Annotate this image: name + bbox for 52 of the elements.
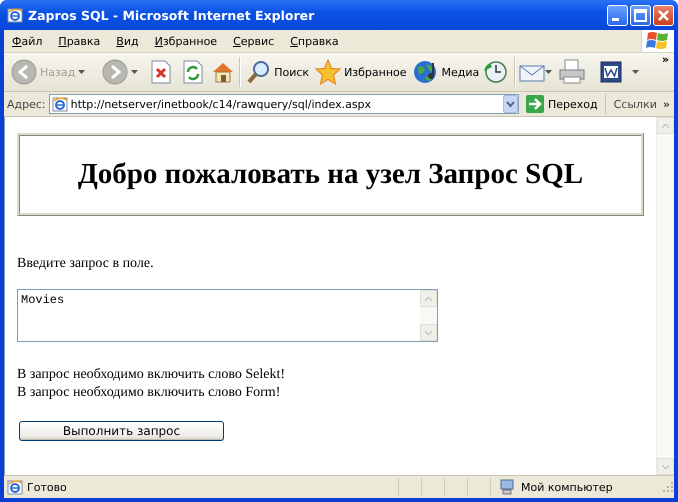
links-button[interactable]: Ссылки: [614, 98, 657, 110]
caret-up-icon: [662, 124, 669, 128]
printer-icon[interactable]: [558, 59, 586, 85]
history-icon[interactable]: [482, 59, 508, 85]
caret-up-icon: [425, 296, 432, 300]
stop-icon[interactable]: [150, 60, 172, 84]
search-button[interactable]: Поиск: [244, 58, 312, 86]
ie-logo-icon: [7, 7, 23, 23]
resize-grip-icon: [662, 481, 674, 493]
toolbar-overflow-button[interactable]: »: [662, 53, 669, 66]
validation-message: В запрос необходимо включить слово Form!: [17, 384, 282, 402]
window-title: Zapros SQL - Microsoft Internet Explorer: [28, 8, 316, 22]
page-heading: Добро пожаловать на узел Запрос SQL: [78, 158, 584, 191]
caret-icon[interactable]: [131, 70, 138, 74]
globe-icon[interactable]: [412, 59, 439, 85]
go-button[interactable]: Переход: [522, 95, 602, 113]
address-label: Адрес:: [7, 98, 46, 110]
close-icon: [658, 10, 669, 20]
caret-icon[interactable]: [632, 70, 640, 74]
prompt-text: Введите запрос в поле.: [17, 256, 155, 272]
caret-icon[interactable]: [78, 70, 86, 74]
page-icon: [52, 96, 68, 112]
caret-down-icon: [425, 330, 432, 334]
menu-item[interactable]: Избранное: [146, 34, 226, 48]
refresh-icon[interactable]: [182, 60, 204, 84]
search-icon[interactable]: [247, 60, 272, 84]
status-text: Готово: [27, 480, 67, 494]
submit-button[interactable]: Выполнить запрос: [19, 421, 224, 441]
favorites-button[interactable]: Избранное: [312, 57, 410, 87]
address-field[interactable]: http://netserver/inetbook/c14/rawquery/sql/index.aspx: [48, 94, 519, 114]
close-button[interactable]: [653, 4, 674, 26]
minimize-button[interactable]: [607, 4, 628, 26]
media-button[interactable]: Медиа: [410, 57, 482, 87]
menu-item[interactable]: Сервис: [225, 34, 282, 48]
menu-item[interactable]: Файл: [4, 34, 50, 48]
menu-item[interactable]: Вид: [108, 34, 147, 48]
caret-down-icon: [662, 464, 669, 468]
go-arrow-icon[interactable]: [526, 95, 544, 113]
page-icon: [7, 479, 23, 495]
menu-item[interactable]: Правка: [50, 34, 108, 48]
computer-icon: [499, 479, 515, 495]
validation-message: В запрос необходимо включить слово Selekt!: [17, 366, 286, 384]
windows-logo-icon: [645, 30, 671, 52]
document-w-icon[interactable]: [600, 61, 622, 83]
menu-item[interactable]: Справка: [282, 34, 347, 48]
minimize-icon: [612, 18, 619, 20]
links-overflow-button[interactable]: »: [662, 98, 670, 110]
security-zone: Мой компьютер: [521, 480, 613, 494]
maximize-icon: [634, 8, 647, 22]
caret-icon[interactable]: [545, 70, 552, 74]
maximize-button[interactable]: [630, 4, 651, 26]
star-icon[interactable]: [315, 59, 342, 85]
